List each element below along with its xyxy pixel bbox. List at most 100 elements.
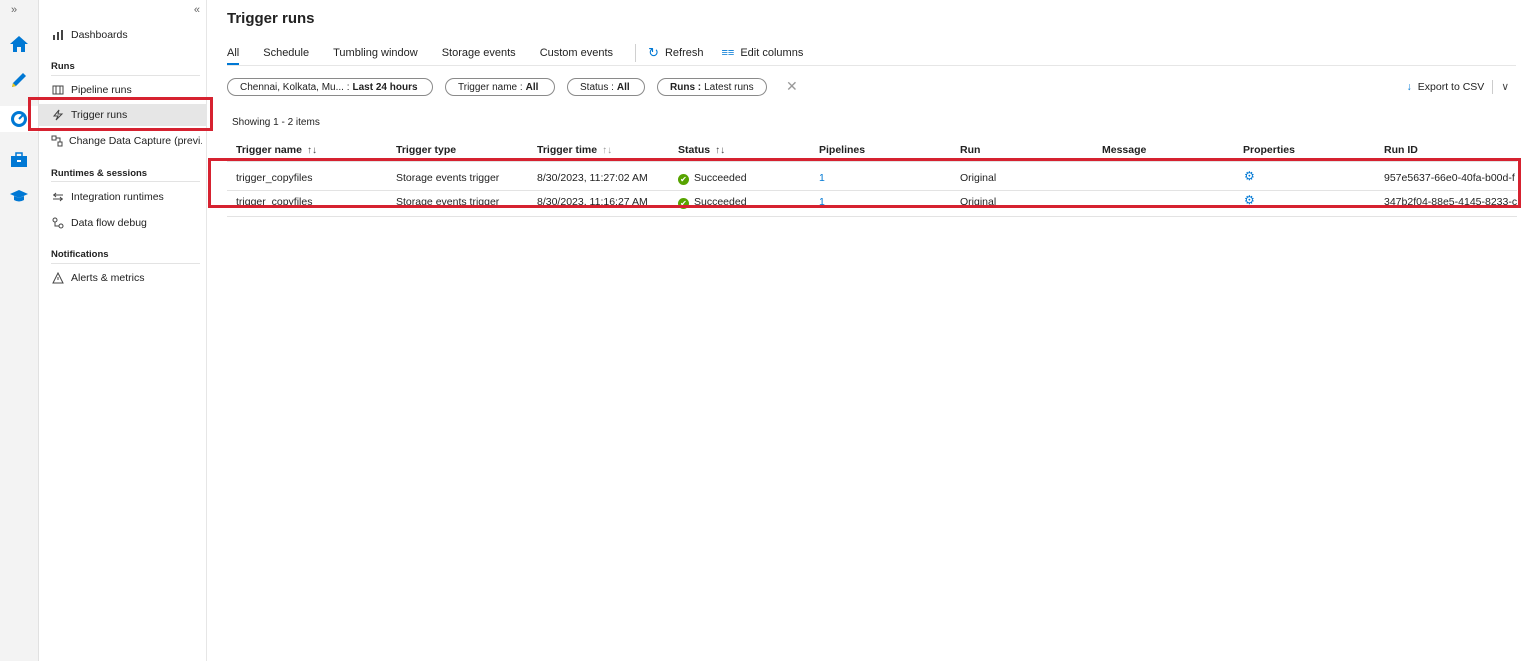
export-divider xyxy=(1492,80,1494,94)
status-filter-label: Status : xyxy=(580,81,614,93)
properties-gear-icon[interactable]: ⚙ xyxy=(1244,193,1255,207)
col-trigger-time-label: Trigger time xyxy=(537,144,598,156)
col-run[interactable]: Run xyxy=(960,144,980,156)
nav-item-alerts-metrics[interactable]: Alerts & metrics xyxy=(51,267,202,289)
manage-toolbox-icon[interactable] xyxy=(6,147,32,173)
status-filter[interactable]: Status : All xyxy=(567,78,645,96)
nav-label-alerts-metrics: Alerts & metrics xyxy=(71,272,145,284)
col-properties[interactable]: Properties xyxy=(1243,144,1295,156)
integration-runtime-icon xyxy=(51,190,65,204)
col-pipelines[interactable]: Pipelines xyxy=(819,144,865,156)
col-trigger-type[interactable]: Trigger type xyxy=(396,144,456,156)
nav-label-data-flow-debug: Data flow debug xyxy=(71,217,147,229)
icon-rail: » xyxy=(0,0,39,661)
runs-filter[interactable]: Runs : Latest runs xyxy=(657,78,767,96)
status-filter-value: All xyxy=(616,81,630,93)
divider xyxy=(51,263,200,264)
export-csv-button[interactable]: ↓ Export to CSV ∨ xyxy=(1407,80,1509,94)
cell-trigger-name: trigger_copyfiles xyxy=(236,196,313,208)
table-row[interactable]: trigger_copyfiles Storage events trigger… xyxy=(227,165,1517,191)
cell-run: Original xyxy=(960,172,997,184)
runs-filter-label: Runs : xyxy=(670,81,702,93)
col-status-label: Status xyxy=(678,144,711,156)
runs-filter-value: Latest runs xyxy=(704,81,754,93)
tab-custom-events[interactable]: Custom events xyxy=(540,47,613,59)
collapse-icon[interactable]: « xyxy=(194,4,200,16)
success-check-icon: ✔ xyxy=(678,198,689,209)
sort-icon: ↑↓ xyxy=(715,145,726,156)
cell-run: Original xyxy=(960,196,997,208)
page-title: Trigger runs xyxy=(227,10,315,27)
trigger-bolt-icon xyxy=(51,108,65,122)
nav-item-change-data-capture[interactable]: Change Data Capture (previ... xyxy=(51,130,202,152)
cell-run-id: 957e5637-66e0-40fa-b00d-f xyxy=(1384,172,1515,184)
col-trigger-name[interactable]: Trigger name ↑↓ xyxy=(236,144,317,156)
table-row[interactable]: trigger_copyfiles Storage events trigger… xyxy=(227,191,1517,217)
learning-cap-icon[interactable] xyxy=(6,183,32,209)
success-check-icon: ✔ xyxy=(678,174,689,185)
properties-gear-icon[interactable]: ⚙ xyxy=(1244,169,1255,183)
cell-trigger-type: Storage events trigger xyxy=(396,172,500,184)
nav-item-pipeline-runs[interactable]: Pipeline runs xyxy=(51,79,202,101)
time-range-filter-label: Chennai, Kolkata, Mu... : xyxy=(240,81,350,93)
nav-item-dashboards[interactable]: Dashboards xyxy=(51,24,202,46)
table-header: Trigger name ↑↓ Trigger type Trigger time… xyxy=(227,141,1517,162)
edit-columns-button[interactable]: ≡≡ Edit columns xyxy=(722,47,804,59)
monitor-icon[interactable] xyxy=(0,106,38,132)
nav-item-integration-runtimes[interactable]: Integration runtimes xyxy=(51,186,202,208)
columns-icon: ≡≡ xyxy=(721,47,735,59)
tab-storage-events[interactable]: Storage events xyxy=(442,47,516,59)
time-range-filter[interactable]: Chennai, Kolkata, Mu... : Last 24 hours xyxy=(227,78,433,96)
warning-triangle-icon xyxy=(51,271,65,285)
divider xyxy=(51,181,200,182)
col-message[interactable]: Message xyxy=(1102,144,1146,156)
tab-schedule[interactable]: Schedule xyxy=(263,47,309,59)
status-text: Succeeded xyxy=(694,196,747,208)
change-data-capture-icon xyxy=(51,134,63,148)
tab-all[interactable]: All xyxy=(227,47,240,65)
nav-label-pipeline-runs: Pipeline runs xyxy=(71,84,132,96)
item-count: Showing 1 - 2 items xyxy=(232,117,320,128)
data-flow-debug-icon xyxy=(51,216,65,230)
section-header-runs: Runs xyxy=(51,61,75,72)
nav-item-trigger-runs[interactable]: Trigger runs xyxy=(39,104,206,126)
export-label: Export to CSV xyxy=(1417,81,1485,93)
divider xyxy=(51,75,200,76)
cell-trigger-time: 8/30/2023, 11:27:02 AM xyxy=(537,172,648,184)
cell-pipelines-link[interactable]: 1 xyxy=(819,196,825,208)
status-text: Succeeded xyxy=(694,172,747,184)
cell-trigger-type: Storage events trigger xyxy=(396,196,500,208)
edit-columns-label: Edit columns xyxy=(740,47,804,59)
sort-icon: ↑↓ xyxy=(306,145,317,156)
toolbar-divider xyxy=(635,44,637,62)
trigger-name-filter-value: All xyxy=(525,81,539,93)
chevron-down-icon[interactable]: ∨ xyxy=(1501,81,1509,93)
col-trigger-time[interactable]: Trigger time ↑↓ xyxy=(537,144,612,156)
nav-item-data-flow-debug[interactable]: Data flow debug xyxy=(51,212,202,234)
tab-tumbling-window[interactable]: Tumbling window xyxy=(333,47,418,59)
refresh-button[interactable]: ↻ Refresh xyxy=(648,45,703,61)
side-navigation: « Dashboards Runs Pipeline runs Trigger … xyxy=(39,0,207,661)
col-run-id[interactable]: Run ID xyxy=(1384,144,1418,156)
trigger-name-filter[interactable]: Trigger name : All xyxy=(445,78,555,96)
cell-trigger-time: 8/30/2023, 11:16:27 AM xyxy=(537,196,648,208)
clear-filters-icon[interactable]: ✕ xyxy=(786,78,798,95)
nav-label-change-data-capture: Change Data Capture (previ... xyxy=(69,135,202,147)
col-status[interactable]: Status ↑↓ xyxy=(678,144,725,156)
col-trigger-name-label: Trigger name xyxy=(236,144,302,156)
expand-icon[interactable]: » xyxy=(11,4,17,16)
download-icon: ↓ xyxy=(1406,81,1412,93)
pipeline-icon xyxy=(51,83,65,97)
author-pencil-icon[interactable] xyxy=(6,67,32,93)
sort-descending-icon: ↑↓ xyxy=(602,145,613,156)
section-header-notifications: Notifications xyxy=(51,249,109,260)
cell-pipelines-link[interactable]: 1 xyxy=(819,172,825,184)
home-icon[interactable] xyxy=(6,31,32,57)
refresh-icon: ↻ xyxy=(648,45,659,60)
cell-run-id: 347b2f04-88e5-4145-8233-c xyxy=(1384,196,1517,208)
cell-status: ✔ Succeeded xyxy=(678,172,747,185)
nav-label-trigger-runs: Trigger runs xyxy=(71,109,128,121)
dashboard-chart-icon xyxy=(51,28,65,42)
refresh-label: Refresh xyxy=(664,47,704,59)
time-range-filter-value: Last 24 hours xyxy=(352,81,418,93)
